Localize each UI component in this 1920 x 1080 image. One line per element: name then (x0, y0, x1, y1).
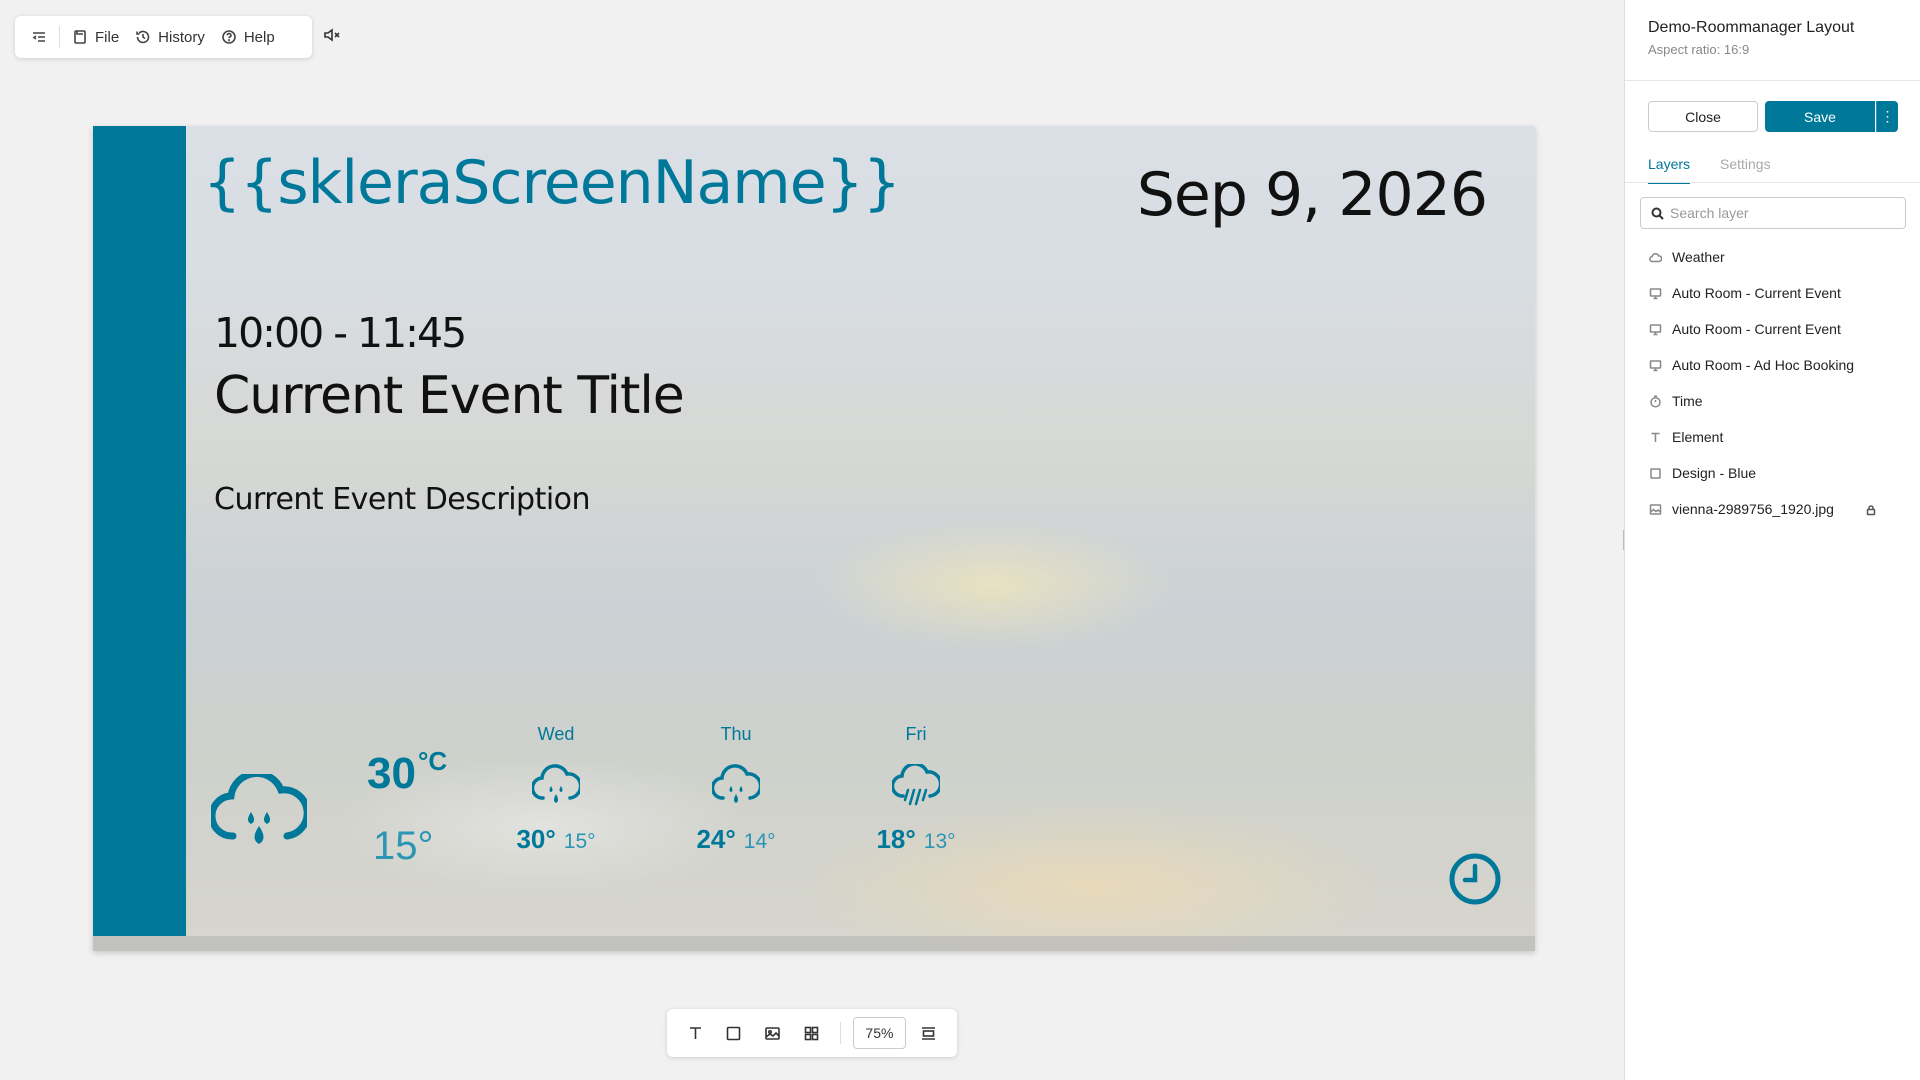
date-text[interactable]: Sep 9, 2026 (1137, 160, 1488, 230)
layer-item-auto-room-current-event[interactable]: Auto Room - Current Event (1625, 275, 1920, 311)
tab-settings[interactable]: Settings (1720, 156, 1771, 172)
add-shape-button[interactable] (718, 1016, 751, 1050)
monitor-icon (1649, 323, 1662, 335)
layout-title: Demo-Roommanager Layout (1648, 19, 1855, 36)
forecast-high: 30° (516, 824, 556, 854)
square-icon (1650, 467, 1661, 479)
history-menu-label: History (158, 28, 205, 46)
monitor-icon (1649, 359, 1662, 371)
help-menu-button[interactable]: Help (213, 22, 283, 52)
close-button[interactable]: Close (1648, 101, 1758, 132)
timer-icon (1650, 395, 1661, 408)
square-icon (727, 1026, 741, 1040)
toolbar-divider (59, 26, 60, 48)
design-blue-strip (93, 126, 186, 936)
speaker-muted-icon (324, 28, 340, 42)
toggle-sidebar-button[interactable] (23, 22, 55, 52)
add-image-button[interactable] (756, 1016, 789, 1050)
lock-icon[interactable] (1865, 503, 1877, 519)
history-icon (136, 30, 150, 44)
temperature-unit: °C (417, 746, 448, 776)
mute-button[interactable] (323, 26, 343, 46)
forecast-temperatures: 30° 15° (491, 824, 621, 855)
layer-label: Auto Room - Current Event (1672, 321, 1841, 337)
event-title[interactable]: Current Event Title (214, 366, 685, 426)
forecast-high: 18° (876, 824, 916, 854)
forecast-day: Fri 18° 13° (851, 724, 981, 854)
file-icon (74, 30, 86, 44)
layer-search (1640, 197, 1906, 229)
layer-item-auto-room-ad-hoc-booking[interactable]: Auto Room - Ad Hoc Booking (1625, 347, 1920, 383)
current-temperature-value: 30 (367, 749, 416, 798)
cloud-rain-icon (710, 764, 763, 810)
image-icon (1649, 503, 1662, 515)
current-temperature-high: 30°C (367, 746, 447, 799)
file-menu-label: File (95, 28, 120, 46)
layer-label: vienna-2989756_1920.jpg (1672, 501, 1834, 517)
layer-label: Auto Room - Ad Hoc Booking (1672, 357, 1855, 373)
cloud-rain-icon (208, 769, 311, 854)
layer-label: Time (1672, 393, 1703, 409)
monitor-icon (1649, 287, 1662, 299)
search-icon (1651, 207, 1664, 220)
insert-toolbar: 75% (667, 1009, 957, 1057)
history-menu-button[interactable]: History (127, 22, 213, 52)
clock-icon[interactable] (1449, 853, 1501, 905)
help-menu-label: Help (243, 28, 275, 46)
cloud-rain-icon (530, 764, 583, 810)
screen-name-text[interactable]: {{skleraScreenName}} (203, 148, 901, 218)
layer-item-vienna-image[interactable]: vienna-2989756_1920.jpg (1625, 491, 1920, 527)
background-image-overflow (93, 936, 1535, 951)
forecast-day-name: Wed (537, 724, 575, 744)
list-indent-icon (32, 32, 45, 42)
event-time-range[interactable]: 10:00 - 11:45 (214, 309, 467, 357)
layer-label: Design - Blue (1672, 465, 1757, 481)
zoom-level-input[interactable]: 75% (852, 1017, 907, 1049)
forecast-low: 15° (563, 830, 596, 853)
layer-label: Element (1672, 429, 1724, 445)
save-options-button[interactable]: ⋮ (1876, 101, 1898, 132)
file-menu-button[interactable]: File (64, 22, 127, 52)
layer-label: Auto Room - Current Event (1672, 285, 1841, 301)
fit-to-screen-button[interactable] (912, 1016, 945, 1050)
forecast-day: Thu 24° 14° (671, 724, 801, 854)
layout-canvas[interactable]: {{skleraScreenName}} Sep 9, 2026 10:00 -… (93, 126, 1535, 951)
text-icon (1651, 432, 1660, 442)
panel-divider (1625, 80, 1920, 81)
layer-item-element[interactable]: Element (1625, 419, 1920, 455)
forecast-day-name: Fri (905, 724, 927, 744)
cloud-showers-icon (890, 762, 943, 810)
add-widget-button[interactable] (795, 1016, 828, 1050)
forecast-low: 14° (743, 830, 776, 853)
forecast-high: 24° (696, 824, 736, 854)
text-icon (689, 1026, 701, 1039)
current-temperature-low: 15° (373, 824, 434, 868)
fit-screen-icon (922, 1026, 936, 1040)
forecast-temperatures: 24° 14° (671, 824, 801, 855)
layer-item-design-blue[interactable]: Design - Blue (1625, 455, 1920, 491)
tabs-divider (1625, 182, 1920, 183)
forecast-low: 13° (923, 830, 956, 853)
save-button[interactable]: Save (1765, 101, 1875, 132)
event-description[interactable]: Current Event Description (214, 482, 591, 517)
top-toolbar: File History Help (15, 16, 312, 58)
layer-item-time[interactable]: Time (1625, 383, 1920, 419)
layer-search-input[interactable] (1670, 205, 1890, 221)
help-circle-icon (222, 30, 236, 44)
toolbar-divider (839, 1022, 841, 1044)
layer-label: Weather (1672, 249, 1725, 265)
forecast-day: Wed 30° 15° (491, 724, 621, 854)
layer-item-auto-room-current-event-2[interactable]: Auto Room - Current Event (1625, 311, 1920, 347)
grid-icon (804, 1026, 819, 1040)
layer-item-weather[interactable]: Weather (1625, 239, 1920, 275)
forecast-day-name: Thu (720, 724, 752, 744)
forecast-temperatures: 18° 13° (851, 824, 981, 855)
add-text-button[interactable] (679, 1016, 712, 1050)
cloud-icon (1649, 252, 1662, 262)
tab-layers[interactable]: Layers (1648, 156, 1691, 184)
aspect-ratio-text: Aspect ratio: 16:9 (1648, 42, 1750, 57)
properties-panel: Demo-Roommanager Layout Aspect ratio: 16… (1624, 0, 1920, 1080)
image-icon (765, 1026, 780, 1040)
layers-list: Weather Auto Room - Current Event Auto R… (1625, 239, 1920, 527)
